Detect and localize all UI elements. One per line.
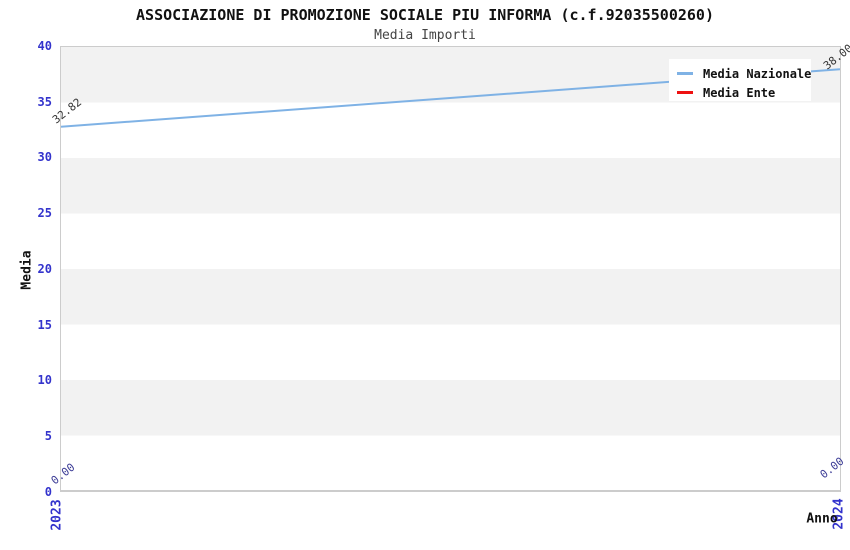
chart-subtitle: Media Importi [374, 28, 476, 43]
chart-page: { "header": { "title": "ASSOCIAZIONE DI … [0, 0, 850, 550]
y-tick-40: 40 [37, 39, 52, 53]
plot-area [60, 46, 841, 492]
y-tick-30: 30 [37, 150, 52, 164]
series-lines-svg [61, 68, 840, 491]
y-tick-35: 35 [37, 95, 52, 109]
y-tick-25: 25 [37, 206, 52, 220]
media-nazionale-line-swatch-icon [677, 72, 693, 75]
media-ente-line-swatch-icon [677, 91, 693, 94]
legend-item-media-ente: Media Ente [677, 83, 811, 102]
y-tick-10: 10 [37, 373, 52, 387]
legend-label-media-ente: Media Ente [703, 85, 776, 100]
chart-title: ASSOCIAZIONE DI PROMOZIONE SOCIALE PIU I… [136, 6, 714, 24]
x-axis-title: Anno [806, 511, 838, 527]
y-tick-0: 0 [44, 485, 52, 499]
y-axis-title: Media [19, 250, 35, 290]
y-tick-15: 15 [37, 318, 52, 332]
x-tick-2023: 2023 [49, 499, 65, 531]
legend-label-media-nazionale: Media Nazionale [703, 66, 812, 81]
y-tick-5: 5 [44, 429, 52, 443]
chart-legend: Media Nazionale Media Ente [669, 59, 811, 101]
legend-item-media-nazionale: Media Nazionale [677, 64, 811, 83]
